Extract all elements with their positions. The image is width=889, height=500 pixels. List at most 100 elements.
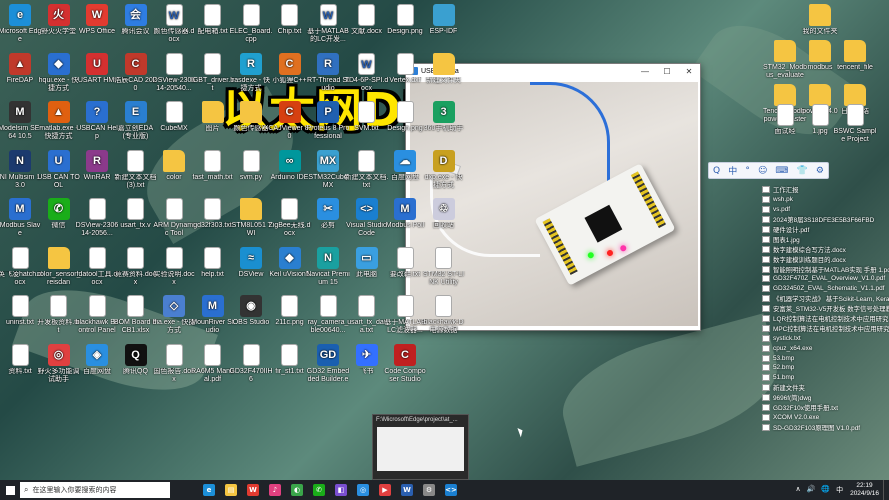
taskbar-app-music[interactable]: ♪ (264, 480, 286, 500)
desktop-shortcut[interactable]: ▲ matlab.exe - 快捷方式 (37, 101, 81, 141)
desktop-shortcut[interactable]: fast_math.txt (191, 149, 235, 182)
maximize-button[interactable]: ☐ (656, 67, 678, 76)
desktop-shortcut[interactable]: ◆ Keil uVision5 (268, 246, 312, 279)
desktop-shortcut[interactable]: usart_tx.v (114, 198, 158, 230)
desktop-shortcut[interactable]: BOM Board PCB1.xlsx (114, 295, 158, 335)
desktop-shortcut[interactable]: 火野火火学堂 (37, 4, 81, 36)
taskbar-app-apps[interactable]: ◧ (330, 480, 352, 500)
desktop-shortcut[interactable]: 实验说明.docx (152, 246, 196, 287)
desktop-shortcut[interactable]: U USART HMI (75, 52, 119, 85)
desktop-shortcut[interactable]: W TD4-6P-SPI.docx (345, 52, 389, 93)
desktop-shortcut[interactable]: ARM Dynamic Tool (152, 198, 196, 238)
clock[interactable]: 22:19 2024/9/16 (850, 482, 879, 498)
desktop-shortcut[interactable]: DSView-230614-20540... (152, 52, 196, 93)
desktop-shortcut[interactable]: 新建文本文档(3).txt (114, 149, 158, 190)
file-list-item[interactable]: 智能照明控制基于MATLAB实现 手册 1.pdf (762, 264, 889, 274)
file-list-item[interactable]: vs.pdf (762, 205, 889, 215)
desktop-shortcut[interactable]: color_sensor_reisdan (37, 246, 81, 287)
minimize-button[interactable]: — (634, 67, 656, 76)
desktop-shortcut[interactable]: ∞ Arduino IDE (268, 149, 312, 182)
desktop-shortcut[interactable]: W 基于MATLAB的LC开发... (306, 4, 350, 44)
desktop-shortcut[interactable]: ✈ 飞书 (345, 343, 389, 376)
desktop-shortcut[interactable]: 文献.docx (345, 4, 389, 36)
file-list-item[interactable]: 9696f(简)dwg (762, 393, 889, 403)
ime-button[interactable]: Q (713, 166, 720, 176)
file-list-item[interactable]: 图表1.jpg (762, 234, 889, 244)
file-list-item[interactable]: cpuz_x64.exe (762, 343, 889, 353)
taskbar-app-wps[interactable]: W (242, 480, 264, 500)
file-list-item[interactable]: GD32450Z_EVAL_Schematic_V1.1.pdf (762, 284, 889, 294)
desktop-shortcut[interactable]: R WinRAR (75, 149, 119, 182)
desktop-shortcut[interactable]: ♲ 回收站 (422, 198, 466, 230)
taskbar-app-settings[interactable]: ⚙ (418, 480, 440, 500)
tray-icon[interactable]: ∧ (796, 485, 801, 495)
file-list-item[interactable]: 51.bmp (762, 373, 889, 383)
desktop-shortcut[interactable]: Vertex.dxf (383, 52, 427, 85)
desktop-shortcut[interactable]: RA6M5 Manual.pdf (191, 343, 235, 384)
desktop-shortcut[interactable]: Ddxp.exe - 快捷方式 (422, 149, 466, 190)
desktop-shortcut[interactable]: ≈ DSView (229, 246, 273, 279)
file-list-item[interactable]: systick.txt (762, 333, 889, 343)
desktop-shortcut[interactable]: W WPS Office (75, 4, 119, 36)
desktop-shortcut[interactable]: blackhawk-D电源数据 (422, 295, 466, 335)
desktop-shortcut[interactable]: ◆ hqui.exe - 快捷方式 (37, 52, 81, 93)
desktop-shortcut[interactable]: C 浩辰CAD 2020 (114, 52, 158, 93)
desktop-shortcut[interactable]: 配电箱.txt (191, 4, 235, 36)
desktop-shortcut[interactable]: iSTM8L051 TWI (229, 198, 273, 238)
desktop-shortcut[interactable]: 会腾讯会议 (114, 4, 158, 36)
desktop-shortcut[interactable]: DSView-230614-2056... (75, 198, 119, 238)
desktop-shortcut[interactable]: ◎ 野火多功能调试助手 (37, 343, 81, 384)
desktop-shortcut[interactable]: GDGD32 Embedded Builder.exe (306, 343, 350, 384)
desktop-shortcut[interactable]: 国色报告.docx (152, 343, 196, 384)
taskbar-app-edge[interactable]: e (198, 480, 220, 500)
desktop-shortcut[interactable]: ◈ 百度网盘 (75, 343, 119, 376)
desktop-shortcut[interactable]: ? USBCAN Help (75, 101, 119, 141)
desktop-shortcut[interactable]: E 嘉立创EDA(专业版) (114, 101, 158, 141)
close-button[interactable]: ✕ (678, 67, 700, 76)
file-list-item[interactable]: GD32F470Z_EVAL_Overview_V1.0.pdf (762, 274, 889, 284)
desktop-shortcut[interactable]: blackhawk Bcontrol Panel (75, 295, 119, 335)
desktop-shortcut[interactable]: 颜色传感器 (229, 101, 273, 133)
file-list-item[interactable]: 安富莱_STM32-V5开发板 数字信号处理教程... (762, 304, 889, 314)
tray-icon[interactable]: 🌐 (821, 485, 830, 495)
file-list-item[interactable]: 2024第8届3S18DFE3E5B3F66FBD (762, 215, 889, 225)
desktop-shortcut[interactable]: CubeMX (152, 101, 196, 133)
desktop-shortcut[interactable]: 要改鞋.txt (383, 246, 427, 279)
desktop-shortcut[interactable]: 3 360手机助手 (422, 101, 466, 133)
file-list-item[interactable]: GD32F10x使用手册.txt (762, 403, 889, 413)
taskbar-app-word[interactable]: W (396, 480, 418, 500)
taskbar-app-camera[interactable]: ▶ (374, 480, 396, 500)
desktop-shortcut[interactable]: Design.png (383, 101, 427, 133)
desktop-shortcut[interactable]: ◇ dia.exe - 快捷方式 (152, 295, 196, 335)
file-list-item[interactable]: 53.bmp (762, 353, 889, 363)
desktop-shortcut[interactable]: 竞赛资料.docx (114, 246, 158, 287)
taskbar-app-browser[interactable]: ◎ (352, 480, 374, 500)
desktop-shortcut[interactable]: fdatool工具.docx (75, 246, 119, 287)
desktop-shortcut[interactable]: usart_tx_data.txt (345, 295, 389, 335)
desktop-shortcut[interactable]: IGBT_driver.bt (191, 52, 235, 93)
desktop-shortcut[interactable]: 开发板资料.txt (37, 295, 81, 335)
desktop-shortcut[interactable]: gd32f303.txt (191, 198, 235, 230)
desktop-shortcut[interactable]: M Modbus Poll (383, 198, 427, 230)
taskbar-app-wechat[interactable]: ✆ (308, 480, 330, 500)
desktop-shortcut[interactable]: U USB CAN TOOL (37, 149, 81, 190)
file-list-item[interactable]: wsh.pk (762, 195, 889, 205)
desktop-shortcut-right[interactable]: BSWC Sample Project (833, 104, 877, 144)
file-list-item[interactable]: 硬件设计.pdf (762, 225, 889, 235)
taskbar-app-chrome[interactable]: ◐ (286, 480, 308, 500)
ime-button[interactable]: ° (745, 166, 750, 176)
ime-button[interactable]: ☺ (758, 166, 767, 176)
taskbar-app-vscode[interactable]: <> (440, 480, 462, 500)
desktop-shortcut[interactable]: ▭ 此电脑 (345, 246, 389, 279)
desktop-shortcut[interactable]: R RT-Thread Studio (306, 52, 350, 93)
file-list-item[interactable]: LQR控制算法在电机控制技术中应用研究.pdf (762, 314, 889, 324)
desktop-shortcut[interactable]: C Code Composer Studio (383, 343, 427, 384)
desktop-shortcut[interactable]: ✆ 微信 (37, 198, 81, 230)
desktop-shortcut[interactable]: ray_camera_ble00640... (306, 295, 350, 335)
desktop-shortcut-right[interactable]: 我的文件夹 (798, 4, 842, 36)
desktop-shortcut[interactable]: W 颜色传感器.docx (152, 4, 196, 44)
desktop-shortcut[interactable]: help.txt (191, 246, 235, 279)
desktop-shortcut[interactable]: C 小狐狸C++ (268, 52, 312, 85)
explorer-thumbnail[interactable]: F:\Microsoft\Edge\project\at_... (372, 414, 469, 480)
desktop-shortcut[interactable]: 新建文本文档.txt (345, 149, 389, 190)
